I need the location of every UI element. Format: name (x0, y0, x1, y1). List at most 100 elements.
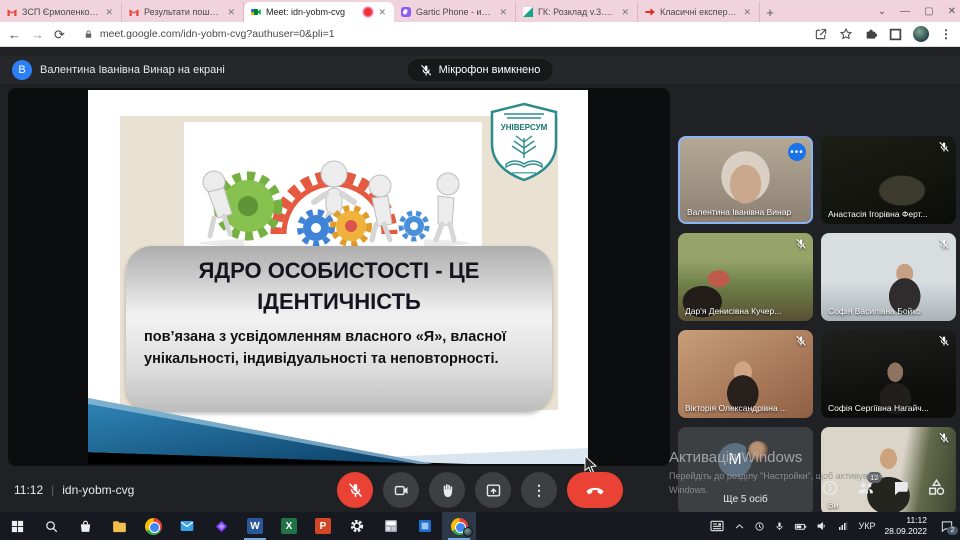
gmail-icon (6, 6, 18, 18)
tile-options-icon[interactable]: ••• (788, 143, 806, 161)
camera-icon (393, 482, 410, 499)
mic-toggle-button[interactable] (337, 472, 373, 508)
word-icon: W (247, 518, 263, 534)
tab-gmail-1[interactable]: ЗСП Єрмоленко - кпугтт ✕ (0, 2, 122, 22)
tab-close-icon[interactable]: ✕ (741, 7, 753, 18)
purple-app-icon (214, 519, 229, 534)
raise-hand-button[interactable] (429, 472, 465, 508)
participant-name: Валентина Іванівна Винар (687, 207, 791, 217)
blue-app-icon (417, 518, 433, 534)
gmail-icon (128, 6, 140, 18)
tab-rozklad[interactable]: ГК: Розклад v.3.3.2 ✕ (516, 2, 638, 22)
taskbar-chrome[interactable] (136, 512, 170, 540)
participant-tile-kucher[interactable]: Дар'я Денисівна Кучер... (678, 233, 813, 321)
address-bar[interactable]: meet.google.com/idn-yobm-cvg?authuser=0&… (75, 25, 804, 44)
tray-time: 11:12 (884, 515, 927, 526)
participant-tile-nahaich[interactable]: Софія Сергіївна Нагайч... (821, 330, 956, 418)
taskbar-schedule-app[interactable] (374, 512, 408, 540)
meeting-details-button[interactable] (821, 479, 839, 502)
tray-clock-icon[interactable] (754, 521, 765, 532)
extensions-puzzle-icon[interactable] (864, 27, 878, 41)
presentation-stage[interactable]: УНІВЕРСУМ (8, 88, 670, 466)
taskbar-powerpoint[interactable]: P (306, 512, 340, 540)
tab-close-icon[interactable]: ✕ (103, 7, 115, 18)
participants-button[interactable]: 12 (856, 478, 875, 502)
taskbar-purple-app[interactable] (204, 512, 238, 540)
url-text: meet.google.com/idn-yobm-cvg?authuser=0&… (100, 28, 335, 40)
minimize-button[interactable]: — (900, 6, 910, 17)
back-button[interactable]: ← (8, 28, 21, 41)
reload-button[interactable]: ⟳ (54, 28, 65, 41)
tab-label: Gartic Phone - использов... (416, 7, 493, 17)
tray-overflow-chevron-icon[interactable] (734, 521, 745, 532)
mic-off-icon (938, 432, 950, 444)
tab-gartic[interactable]: Gartic Phone - использов... ✕ (394, 2, 516, 22)
windows-logo-icon (10, 519, 25, 534)
participant-count-badge: 12 (867, 472, 882, 483)
mic-muted-pill[interactable]: Мікрофон вимкнено (408, 59, 553, 81)
meeting-info: 11:12 | idn-yobm-cvg (14, 468, 134, 512)
taskbar-settings[interactable] (340, 512, 374, 540)
present-button[interactable] (475, 472, 511, 508)
battery-icon[interactable] (794, 520, 807, 533)
tab-close-icon[interactable]: ✕ (619, 7, 631, 18)
language-indicator[interactable]: УКР (858, 521, 875, 531)
mic-status-text: Мікрофон вимкнено (439, 64, 541, 76)
participant-tile-vynar[interactable]: ••• Валентина Іванівна Винар (678, 136, 813, 224)
tab-label: Meet: idn-yobm-cvg (266, 7, 360, 17)
participants-grid: ••• Валентина Іванівна Винар Анастасія І… (678, 89, 956, 515)
taskbar-chrome-active[interactable] (442, 512, 476, 540)
tab-meet-active[interactable]: Meet: idn-yobm-cvg ✕ (244, 2, 394, 22)
chat-button[interactable] (892, 479, 910, 502)
taskbar-store[interactable] (68, 512, 102, 540)
end-call-icon (585, 480, 605, 500)
tab-search-chevron[interactable]: ⌄ (878, 6, 886, 17)
bookmark-star-icon[interactable] (839, 27, 853, 41)
university-logo: УНІВЕРСУМ (488, 102, 560, 182)
start-button[interactable] (0, 512, 34, 540)
participant-name: Дар'я Денисівна Кучер... (685, 306, 781, 316)
more-options-button[interactable]: ⋮ (521, 472, 557, 508)
tab-experiments[interactable]: Класичні експерименти в... ✕ (638, 2, 760, 22)
browser-menu-icon[interactable]: ⋮ (940, 27, 952, 41)
slide-body: пов’язана з усвідомленням власного «Я», … (144, 326, 534, 371)
camera-toggle-button[interactable] (383, 472, 419, 508)
participant-tile-viktoria[interactable]: Вікторія Олександрівна ... (678, 330, 813, 418)
chrome-icon (145, 518, 162, 535)
notification-center-button[interactable]: 2 (936, 519, 954, 533)
tab-close-icon[interactable]: ✕ (376, 7, 388, 18)
tab-gmail-2[interactable]: Результати пошуку - aphil ✕ (122, 2, 244, 22)
network-signal-icon[interactable] (837, 520, 849, 532)
tab-close-icon[interactable]: ✕ (497, 7, 509, 18)
participant-tile-fert[interactable]: Анастасія Ігорівна Ферт... (821, 136, 956, 224)
share-icon[interactable] (814, 27, 828, 41)
google-meet-app: В Валентина Іванівна Винар на екрані Мік… (0, 47, 960, 512)
activities-button[interactable] (927, 478, 946, 502)
forward-button[interactable]: → (31, 28, 44, 41)
taskbar-search[interactable] (34, 512, 68, 540)
tray-date: 28.09.2022 (884, 526, 927, 537)
participant-tile-boiko[interactable]: Софія Василівна Бойко (821, 233, 956, 321)
toolbar-icons: ⋮ (814, 26, 952, 42)
maximize-button[interactable]: ▢ (924, 6, 933, 17)
news-widget-icon[interactable] (709, 518, 725, 534)
new-tab-button[interactable]: + (760, 2, 780, 22)
profile-avatar[interactable] (913, 26, 929, 42)
close-button[interactable]: ✕ (948, 6, 956, 17)
store-bag-icon (78, 519, 93, 534)
presenter-avatar: В (12, 60, 32, 80)
taskbar-mail[interactable] (170, 512, 204, 540)
tab-close-icon[interactable]: ✕ (225, 7, 237, 18)
taskbar-word[interactable]: W (238, 512, 272, 540)
end-call-button[interactable] (567, 472, 623, 508)
powerpoint-icon: P (315, 518, 331, 534)
clock-widget[interactable]: 11:12 28.09.2022 (884, 515, 927, 536)
tray-mic-icon[interactable] (774, 521, 785, 532)
taskbar-excel[interactable]: X (272, 512, 306, 540)
extension-window-icon[interactable] (889, 28, 902, 41)
speaker-icon[interactable] (816, 520, 828, 532)
taskbar-blue-app[interactable] (408, 512, 442, 540)
taskbar-file-explorer[interactable] (102, 512, 136, 540)
svg-text:УНІВЕРСУМ: УНІВЕРСУМ (501, 123, 548, 132)
slide-footer-decoration (88, 388, 588, 464)
